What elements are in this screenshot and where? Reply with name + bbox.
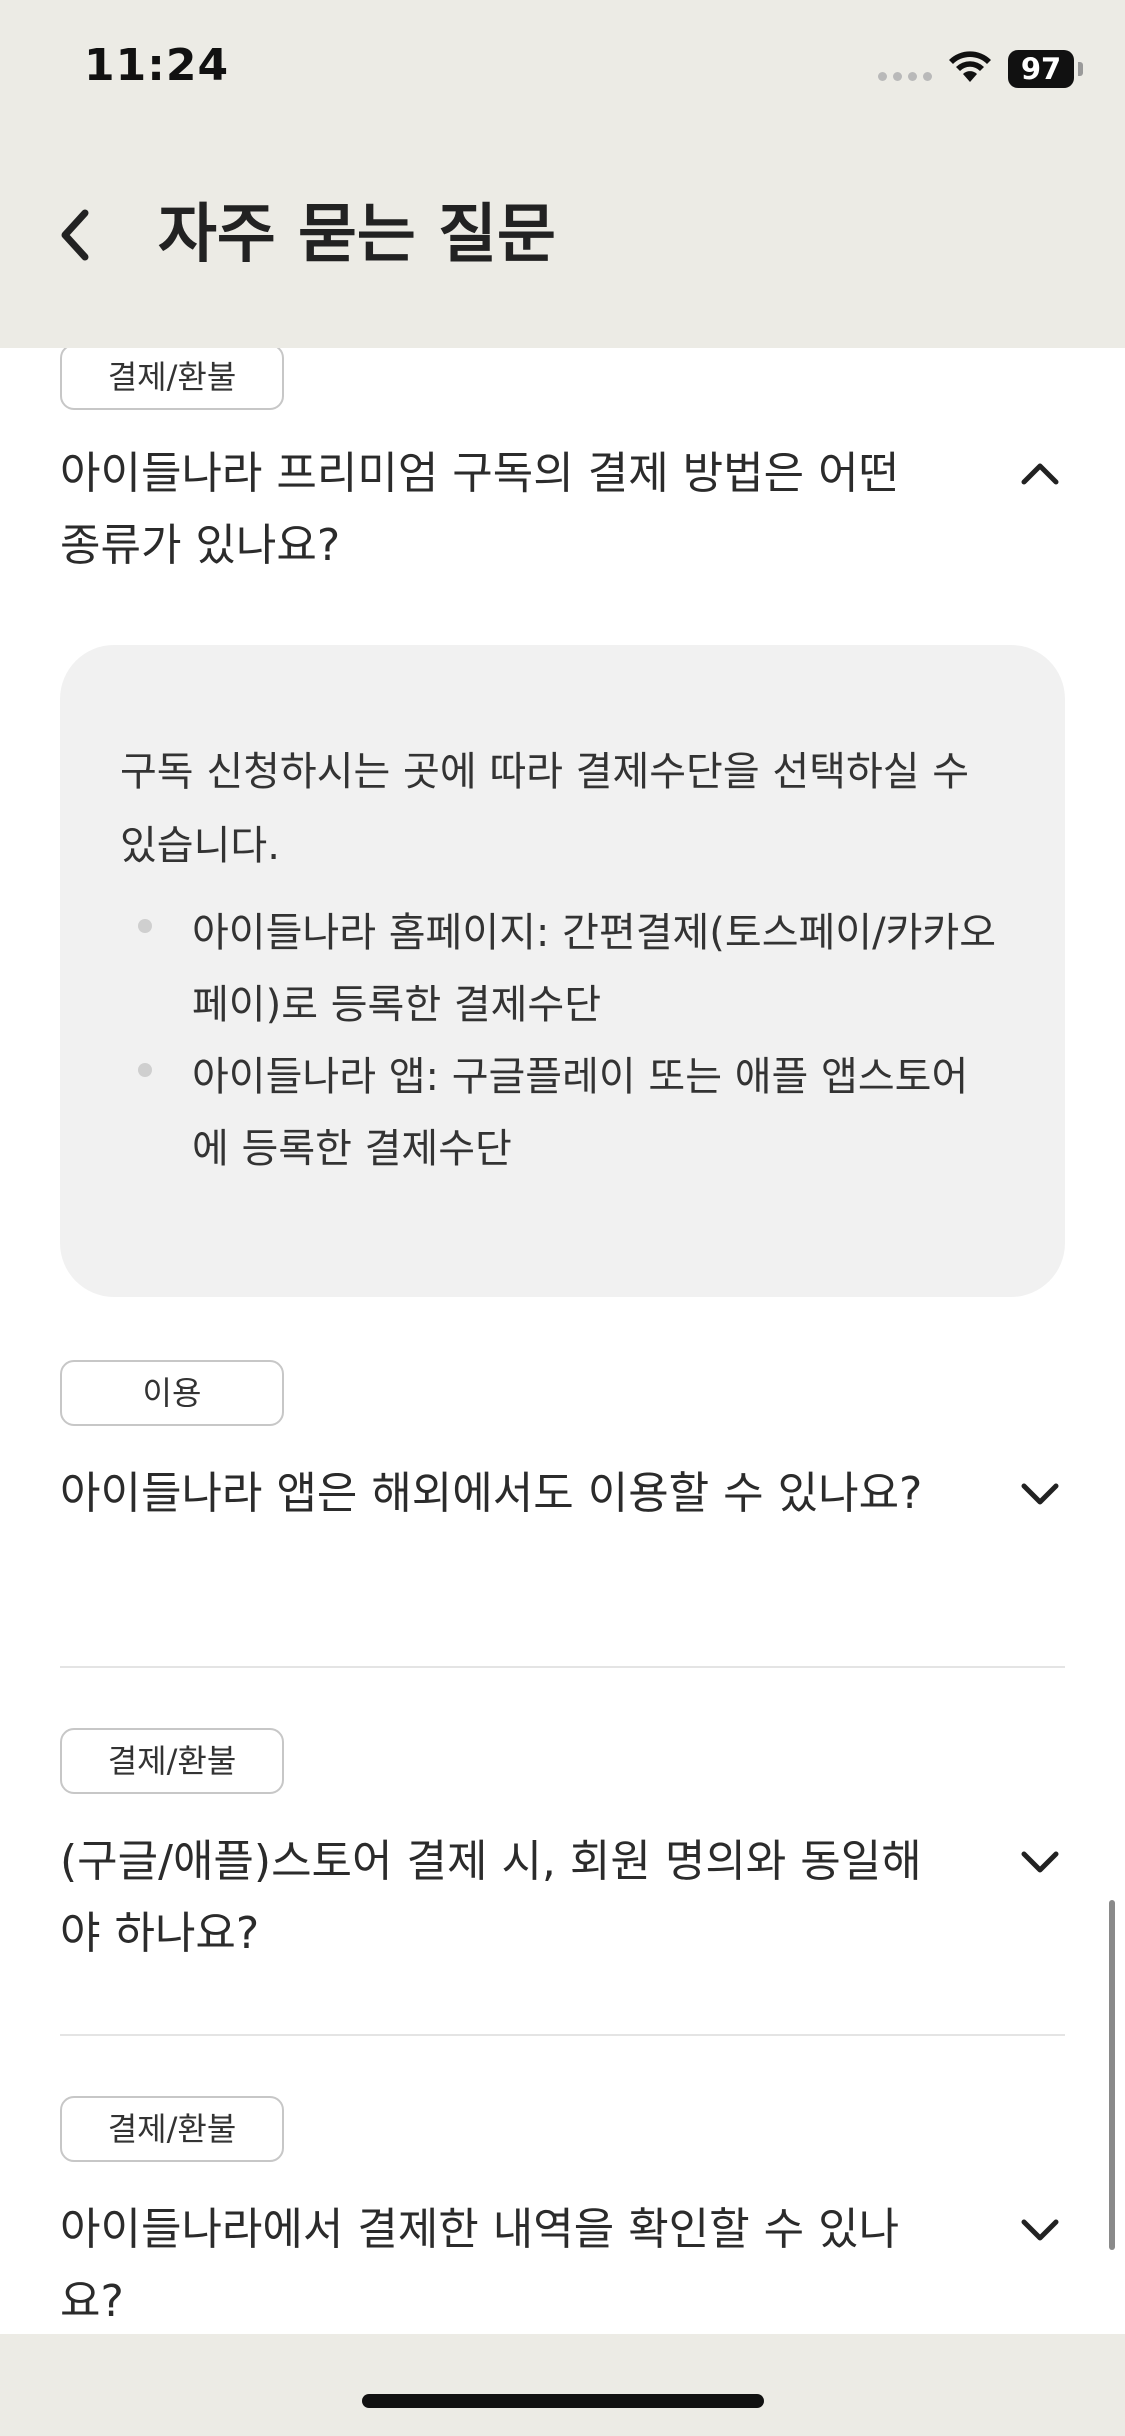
faq-question[interactable]: 아이들나라 앱은 해외에서도 이용할 수 있나요? — [60, 1458, 940, 1530]
wifi-icon — [949, 51, 991, 82]
answer-bullet-list: 아이들나라 홈페이지: 간편결제(토스페이/카카오페이)로 등록한 결제수단 아… — [120, 897, 1005, 1185]
category-badge: 결제/환불 — [60, 1728, 284, 1794]
battery-tip — [1078, 62, 1083, 76]
page-title: 자주 묻는 질문 — [158, 198, 556, 272]
faq-question[interactable]: (구글/애플)스토어 결제 시, 회원 명의와 동일해야 하나요? — [60, 1826, 940, 1970]
scrollbar[interactable] — [1109, 1900, 1115, 2250]
category-badge: 결제/환불 — [60, 348, 284, 410]
faq-answer: 구독 신청하시는 곳에 따라 결제수단을 선택하실 수 있습니다. 아이들나라 … — [60, 645, 1065, 1297]
divider — [60, 1666, 1065, 1668]
nav-bar: 자주 묻는 질문 — [0, 130, 1125, 348]
chevron-down-icon[interactable] — [1010, 1832, 1070, 1892]
status-time: 11:24 — [84, 40, 230, 91]
divider — [60, 2034, 1065, 2036]
status-bar: 11:24 97 — [0, 0, 1125, 130]
answer-bullet: 아이들나라 앱: 구글플레이 또는 애플 앱스토어에 등록한 결제수단 — [120, 1041, 1005, 1185]
chevron-down-icon[interactable] — [1010, 2200, 1070, 2260]
answer-bullet: 아이들나라 홈페이지: 간편결제(토스페이/카카오페이)로 등록한 결제수단 — [120, 897, 1005, 1041]
home-indicator[interactable] — [362, 2394, 764, 2408]
battery-icon: 97 — [1008, 50, 1074, 88]
cellular-signal-icon — [878, 72, 932, 81]
bullet-dot — [138, 919, 152, 933]
faq-question[interactable]: 아이들나라에서 결제한 내역을 확인할 수 있나요? — [60, 2194, 940, 2334]
bullet-dot — [138, 1063, 152, 1077]
chevron-left-icon — [61, 209, 89, 261]
answer-bullet-text: 아이들나라 앱: 구글플레이 또는 애플 앱스토어에 등록한 결제수단 — [192, 1054, 969, 1172]
home-indicator-area — [0, 2334, 1125, 2436]
category-badge: 이용 — [60, 1360, 284, 1426]
chevron-down-icon[interactable] — [1010, 1464, 1070, 1524]
faq-question[interactable]: 아이들나라 프리미엄 구독의 결제 방법은 어떤 종류가 있나요? — [60, 438, 940, 582]
answer-bullet-text: 아이들나라 홈페이지: 간편결제(토스페이/카카오페이)로 등록한 결제수단 — [192, 910, 996, 1028]
back-button[interactable] — [40, 190, 110, 280]
answer-intro: 구독 신청하시는 곳에 따라 결제수단을 선택하실 수 있습니다. — [120, 749, 970, 869]
faq-list[interactable]: 결제/환불 아이들나라 프리미엄 구독의 결제 방법은 어떤 종류가 있나요? … — [0, 348, 1125, 2334]
chevron-up-icon[interactable] — [1010, 444, 1070, 504]
category-badge: 결제/환불 — [60, 2096, 284, 2162]
